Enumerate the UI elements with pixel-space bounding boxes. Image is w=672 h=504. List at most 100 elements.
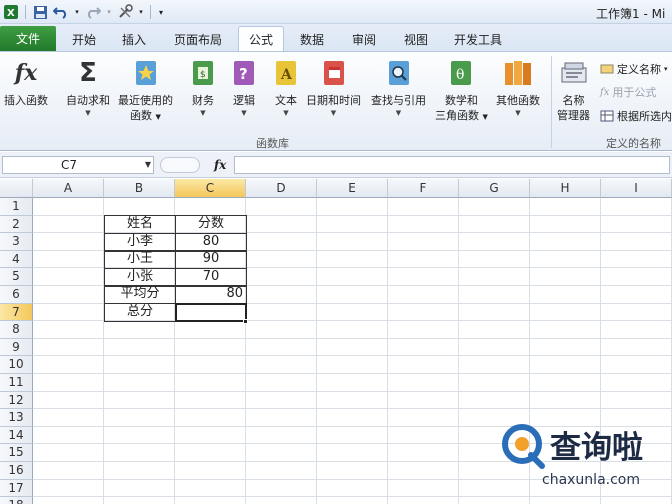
column-header-e[interactable]: E	[317, 179, 388, 198]
grid-cell[interactable]	[246, 409, 317, 427]
grid-cell[interactable]	[530, 321, 601, 339]
redo-dropdown-icon[interactable]: ▾	[105, 3, 113, 21]
grid-cell[interactable]	[175, 479, 246, 498]
column-header-g[interactable]: G	[459, 179, 530, 198]
tab-page-layout[interactable]: 页面布局	[174, 31, 222, 48]
text-button[interactable]: A 文本 ▼	[271, 58, 301, 118]
grid-cell[interactable]	[246, 198, 317, 216]
grid-cell[interactable]	[175, 356, 246, 374]
select-all-corner[interactable]	[0, 179, 33, 198]
save-icon[interactable]	[31, 3, 49, 21]
name-box[interactable]: C7 ▼	[2, 156, 154, 174]
row-header[interactable]: 1	[0, 198, 33, 216]
grid-cell[interactable]	[104, 321, 175, 339]
grid-cell[interactable]	[459, 215, 530, 234]
grid-cell[interactable]	[104, 356, 175, 374]
grid-cell[interactable]	[175, 321, 246, 339]
grid-cell[interactable]	[317, 198, 388, 216]
grid-cell[interactable]	[459, 303, 530, 322]
grid-cell[interactable]	[317, 409, 388, 427]
grid-cell[interactable]	[317, 233, 388, 251]
grid-cell[interactable]	[459, 356, 530, 374]
grid-cell[interactable]	[246, 479, 317, 498]
grid-cell[interactable]	[459, 321, 530, 339]
row-header[interactable]: 2	[0, 215, 33, 234]
grid-cell[interactable]	[530, 338, 601, 357]
grid-cell[interactable]	[601, 356, 672, 374]
tab-formulas[interactable]: 公式	[238, 26, 284, 52]
column-header-b[interactable]: B	[104, 179, 175, 198]
datetime-button[interactable]: 日期和时间 ▼	[306, 58, 361, 118]
insert-function-fx-icon[interactable]: fx	[214, 158, 226, 172]
grid-cell[interactable]	[459, 233, 530, 251]
grid-cell[interactable]	[33, 374, 104, 392]
grid-cell[interactable]	[33, 198, 104, 216]
grid-cell[interactable]	[459, 374, 530, 392]
grid-cell[interactable]	[33, 233, 104, 251]
cell-b7[interactable]: 总分	[104, 303, 176, 322]
grid-cell[interactable]	[388, 374, 459, 392]
formula-input[interactable]	[234, 156, 670, 174]
tab-view[interactable]: 视图	[404, 31, 428, 48]
grid-cell[interactable]	[530, 374, 601, 392]
grid-cell[interactable]	[388, 356, 459, 374]
grid-cell[interactable]	[388, 338, 459, 357]
grid-cell[interactable]	[388, 303, 459, 322]
grid-cell[interactable]	[246, 497, 317, 504]
grid-cell[interactable]	[459, 286, 530, 304]
row-header[interactable]: 11	[0, 374, 33, 392]
grid-cell[interactable]	[317, 462, 388, 480]
row-header[interactable]: 16	[0, 462, 33, 480]
row-header[interactable]: 7	[0, 303, 33, 322]
grid-cell[interactable]	[388, 233, 459, 251]
create-from-selection-button[interactable]: 根据所选内	[600, 108, 672, 124]
grid-cell[interactable]	[246, 286, 317, 304]
grid-cell[interactable]	[246, 374, 317, 392]
grid-cell[interactable]	[104, 338, 175, 357]
lookup-button[interactable]: 查找与引用 ▼	[371, 58, 426, 118]
grid-cell[interactable]	[246, 391, 317, 410]
grid-cell[interactable]	[388, 286, 459, 304]
redo-icon[interactable]	[84, 3, 102, 21]
grid-cell[interactable]	[530, 268, 601, 286]
grid-cell[interactable]	[33, 426, 104, 445]
grid-cell[interactable]	[388, 250, 459, 269]
define-name-button[interactable]: 定义名称 ▾	[600, 61, 668, 77]
cell-c2[interactable]: 分数	[175, 215, 247, 234]
cell-b2[interactable]: 姓名	[104, 215, 176, 234]
grid-cell[interactable]	[601, 497, 672, 504]
grid-cell[interactable]	[104, 409, 175, 427]
grid-cell[interactable]	[33, 303, 104, 322]
grid-cell[interactable]	[175, 444, 246, 462]
grid-cell[interactable]	[246, 462, 317, 480]
grid-cell[interactable]	[317, 374, 388, 392]
grid-cell[interactable]	[317, 444, 388, 462]
grid-cell[interactable]	[246, 303, 317, 322]
grid-cell[interactable]	[388, 409, 459, 427]
grid-cell[interactable]	[459, 391, 530, 410]
grid-cell[interactable]	[601, 338, 672, 357]
recent-functions-button[interactable]: 最近使用的 函数 ▼	[118, 58, 173, 125]
grid-cell[interactable]	[33, 391, 104, 410]
grid-cell[interactable]	[104, 374, 175, 392]
undo-dropdown-icon[interactable]: ▾	[73, 3, 81, 21]
grid-cell[interactable]	[317, 391, 388, 410]
column-header-c[interactable]: C	[175, 179, 246, 198]
tools-dropdown-icon[interactable]: ▾	[137, 3, 145, 21]
grid-cell[interactable]	[246, 426, 317, 445]
fill-handle[interactable]	[243, 319, 248, 324]
grid-cell[interactable]	[104, 462, 175, 480]
grid-cell[interactable]	[530, 391, 601, 410]
grid-cell[interactable]	[317, 356, 388, 374]
grid-cell[interactable]	[175, 391, 246, 410]
tab-developer[interactable]: 开发工具	[454, 31, 502, 48]
grid-cell[interactable]	[317, 303, 388, 322]
grid-cell[interactable]	[104, 391, 175, 410]
grid-cell[interactable]	[246, 356, 317, 374]
grid-cell[interactable]	[530, 250, 601, 269]
excel-logo-icon[interactable]: X	[2, 3, 20, 21]
grid-cell[interactable]	[459, 268, 530, 286]
insert-function-button[interactable]: fx 插入函数	[4, 58, 48, 108]
cell-b4[interactable]: 小王	[104, 250, 176, 269]
grid-cell[interactable]	[601, 391, 672, 410]
